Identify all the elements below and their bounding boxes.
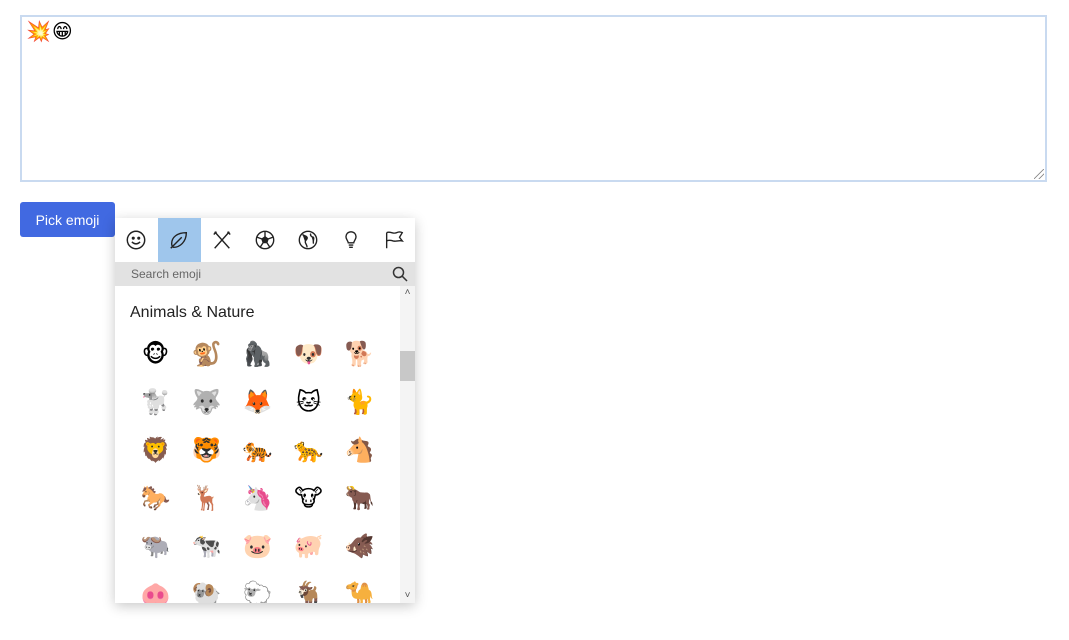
emoji-cat-face[interactable]: 🐱 xyxy=(283,384,334,432)
editor-content: 💥😁 xyxy=(26,19,74,43)
category-title: Animals & Nature xyxy=(130,304,255,321)
tab-travel-places[interactable] xyxy=(286,218,329,262)
emoji-goat[interactable]: 🐐 xyxy=(283,576,334,603)
category-tabs xyxy=(115,218,415,262)
scroll-up-arrow-icon[interactable]: ˄ xyxy=(400,286,415,300)
globe-icon xyxy=(298,230,318,250)
emoji-cow[interactable]: 🐄 xyxy=(181,528,232,576)
scroll-down-arrow-icon[interactable]: ˅ xyxy=(400,589,415,603)
emoji-cat[interactable]: 🐈 xyxy=(334,384,385,432)
scroll-thumb[interactable] xyxy=(400,351,415,381)
emoji-grid: 🐵 🐒 🦍 🐶 🐕 🐩 🐺 🦊 🐱 🐈 🦁 🐯 🐅 🐆 🐴 🐎 🦌 🦄 🐮 🐂 … xyxy=(130,336,390,603)
emoji-monkey[interactable]: 🐒 xyxy=(181,336,232,384)
tab-flags[interactable] xyxy=(372,218,415,262)
emoji-water-buffalo[interactable]: 🐃 xyxy=(130,528,181,576)
emoji-ram[interactable]: 🐏 xyxy=(181,576,232,603)
emoji-tiger[interactable]: 🐅 xyxy=(232,432,283,480)
pick-emoji-button[interactable]: Pick emoji xyxy=(20,202,115,237)
emoji-deer[interactable]: 🦌 xyxy=(181,480,232,528)
search-input[interactable] xyxy=(129,266,383,282)
emoji-scrollbar[interactable]: ˄ ˅ xyxy=(400,286,415,603)
emoji-poodle[interactable]: 🐩 xyxy=(130,384,181,432)
emoji-camel[interactable]: 🐪 xyxy=(334,576,385,603)
soccer-ball-icon xyxy=(255,230,275,250)
emoji-boar[interactable]: 🐗 xyxy=(334,528,385,576)
emoji-cow-face[interactable]: 🐮 xyxy=(283,480,334,528)
emoji-ewe[interactable]: 🐑 xyxy=(232,576,283,603)
emoji-ox[interactable]: 🐂 xyxy=(334,480,385,528)
lightbulb-icon xyxy=(344,231,357,249)
smiley-icon xyxy=(126,230,146,250)
emoji-monkey-face[interactable]: 🐵 xyxy=(130,336,181,384)
text-editor[interactable]: 💥😁 xyxy=(20,15,1047,182)
emoji-dog[interactable]: 🐕 xyxy=(334,336,385,384)
emoji-horse[interactable]: 🐎 xyxy=(130,480,181,528)
emoji-leopard[interactable]: 🐆 xyxy=(283,432,334,480)
emoji-horse-face[interactable]: 🐴 xyxy=(334,432,385,480)
search-bar xyxy=(115,262,415,286)
tab-animals-nature[interactable] xyxy=(157,218,201,262)
tab-smileys[interactable] xyxy=(115,218,158,262)
emoji-unicorn[interactable]: 🦄 xyxy=(232,480,283,528)
emoji-pig-nose[interactable]: 🐽 xyxy=(130,576,181,603)
emoji-wolf[interactable]: 🐺 xyxy=(181,384,232,432)
emoji-picker: Animals & Nature 🐵 🐒 🦍 🐶 🐕 🐩 🐺 🦊 🐱 🐈 🦁 🐯… xyxy=(115,218,415,603)
emoji-gorilla[interactable]: 🦍 xyxy=(232,336,283,384)
search-icon[interactable] xyxy=(392,266,408,282)
flag-icon xyxy=(385,231,404,249)
emoji-fox[interactable]: 🦊 xyxy=(232,384,283,432)
emoji-pig-face[interactable]: 🐷 xyxy=(232,528,283,576)
emoji-dog-face[interactable]: 🐶 xyxy=(283,336,334,384)
leaf-icon xyxy=(170,231,188,249)
tab-food-drink[interactable] xyxy=(201,218,244,262)
tab-activities[interactable] xyxy=(244,218,287,262)
emoji-pig[interactable]: 🐖 xyxy=(283,528,334,576)
resize-handle[interactable] xyxy=(1034,169,1044,179)
emoji-lion[interactable]: 🦁 xyxy=(130,432,181,480)
emoji-tiger-face[interactable]: 🐯 xyxy=(181,432,232,480)
emoji-list: Animals & Nature 🐵 🐒 🦍 🐶 🐕 🐩 🐺 🦊 🐱 🐈 🦁 🐯… xyxy=(115,286,400,603)
tab-objects[interactable] xyxy=(329,218,372,262)
utensils-icon xyxy=(213,231,231,249)
